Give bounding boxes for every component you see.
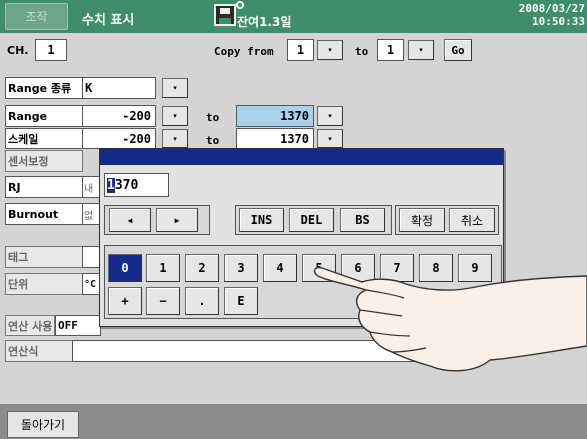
datetime: 2008/03/27 10:50:33	[519, 2, 585, 28]
copy-from-dropdown-icon[interactable]: ▾	[317, 40, 343, 60]
del-key[interactable]: DEL	[289, 208, 334, 232]
header-bar: 조작 수치 표시 잔여1.3일 2008/03/27 10:50:33	[0, 0, 587, 33]
dialog-titlebar	[100, 149, 503, 165]
screen-title: 수치 표시	[82, 13, 135, 28]
left-arrow-key[interactable]: ◂	[109, 208, 151, 232]
calc-expression-input[interactable]	[72, 340, 432, 362]
digit-2-key[interactable]: 2	[185, 254, 219, 282]
copy-to-dropdown-icon[interactable]: ▾	[408, 40, 434, 60]
scale-max-dropdown-icon[interactable]: ▾	[317, 129, 343, 148]
copy-to-input[interactable]: 1	[377, 39, 404, 61]
back-button[interactable]: 돌아가기	[7, 411, 79, 438]
range-min-dropdown-icon[interactable]: ▾	[162, 106, 188, 126]
cancel-key[interactable]: 취소	[449, 208, 495, 232]
footer-bar: 돌아가기	[0, 404, 587, 439]
calc-use-label: 연산 사용	[5, 315, 55, 336]
rj-label: RJ	[5, 176, 83, 198]
sensor-correction-label: 센서보정	[5, 150, 83, 172]
burnout-label: Burnout	[5, 203, 83, 225]
right-arrow-key[interactable]: ▸	[156, 208, 198, 232]
copy-from-label: Copy from	[214, 45, 274, 58]
digit-8-key[interactable]: 8	[419, 254, 453, 282]
scale-min-input[interactable]: -200	[82, 128, 156, 149]
digit-4-key[interactable]: 4	[263, 254, 297, 282]
digit-6-key[interactable]: 6	[341, 254, 375, 282]
digit-5-key[interactable]: 5	[302, 254, 336, 282]
date-text: 2008/03/27	[518, 2, 585, 15]
calc-expression-dropdown-icon[interactable]: ▾	[437, 341, 463, 361]
tag-input[interactable]	[82, 246, 100, 268]
memory-remaining: 잔여1.3일	[237, 15, 292, 29]
range-label: Range	[5, 105, 83, 127]
range-max-dropdown-icon[interactable]: ▾	[317, 106, 343, 126]
digit-1-key[interactable]: 1	[146, 254, 180, 282]
scale-min-dropdown-icon[interactable]: ▾	[162, 129, 188, 148]
entry-cursor-char: 1	[107, 177, 115, 193]
minus-key[interactable]: −	[146, 287, 180, 315]
range-type-value[interactable]: K	[82, 77, 156, 99]
time-text: 10:50:33	[532, 15, 585, 28]
memory-card-icon	[214, 4, 236, 26]
decimal-point-key[interactable]: .	[185, 287, 219, 315]
status-dot-icon	[236, 1, 244, 9]
copy-from-input[interactable]: 1	[287, 39, 314, 61]
copy-to-label: to	[355, 45, 369, 58]
scale-max-input[interactable]: 1370	[236, 128, 314, 149]
keypad-entry-field[interactable]: 1 370	[104, 173, 169, 197]
scale-to-label: to	[206, 134, 220, 147]
ch-input[interactable]: 1	[35, 39, 67, 61]
calc-expression-label: 연산식	[5, 340, 73, 362]
operation-button[interactable]: 조작	[5, 3, 68, 30]
ch-label: CH.	[7, 43, 29, 57]
range-min-input[interactable]: -200	[82, 105, 156, 127]
digit-9-key[interactable]: 9	[458, 254, 492, 282]
digit-3-key[interactable]: 3	[224, 254, 258, 282]
scale-label: 스케일	[5, 128, 83, 149]
bs-key[interactable]: BS	[340, 208, 385, 232]
plus-key[interactable]: +	[108, 287, 142, 315]
burnout-value[interactable]: 없	[82, 203, 100, 225]
numeric-keypad-dialog: 1 370 ◂ ▸ INS DEL BS 확정 취소 0 1 2 3 4 5 6 …	[99, 148, 504, 327]
tag-label: 태그	[5, 246, 83, 268]
range-max-input[interactable]: 1370	[236, 105, 314, 127]
exponent-key[interactable]: E	[224, 287, 258, 315]
confirm-key[interactable]: 확정	[399, 208, 445, 232]
calc-use-value[interactable]: OFF	[55, 315, 101, 336]
unit-label: 단위	[5, 273, 83, 295]
ins-key[interactable]: INS	[239, 208, 284, 232]
entry-rest-text: 370	[114, 177, 139, 193]
go-button[interactable]: Go	[444, 39, 472, 61]
range-to-label: to	[206, 111, 220, 124]
digit-0-key[interactable]: 0	[108, 254, 142, 282]
unit-value[interactable]: °C	[82, 273, 100, 295]
digit-7-key[interactable]: 7	[380, 254, 414, 282]
range-type-dropdown-icon[interactable]: ▾	[162, 78, 188, 98]
range-type-label: Range 종류	[5, 77, 83, 99]
rj-value[interactable]: 내	[82, 176, 100, 198]
